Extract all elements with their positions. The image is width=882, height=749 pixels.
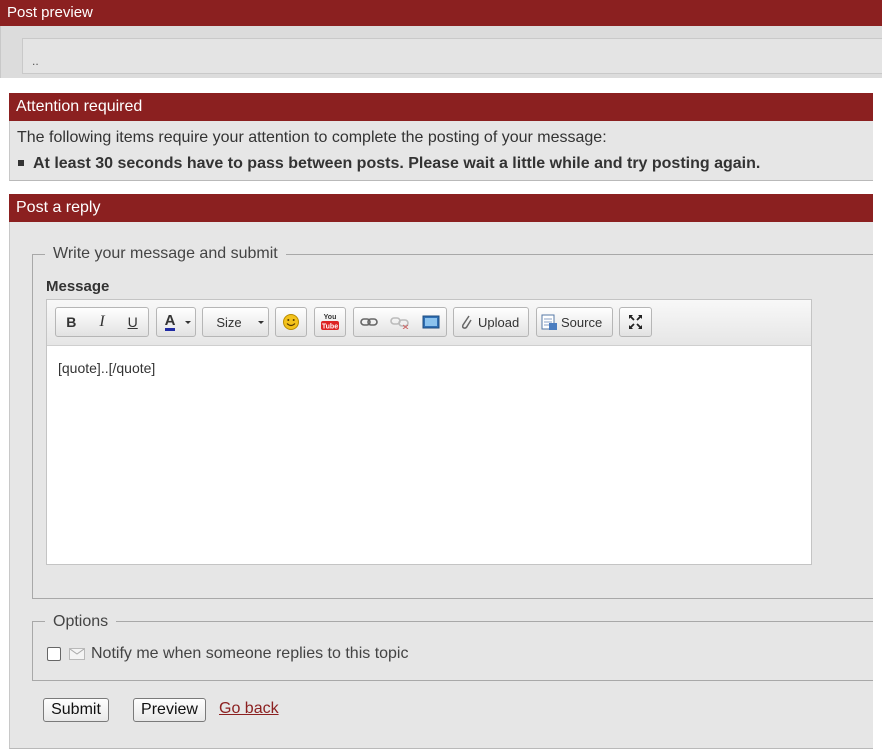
link-button[interactable] [354, 308, 385, 336]
attention-message: The following items require your attenti… [17, 129, 607, 146]
notify-checkbox[interactable] [47, 647, 61, 661]
text-color-letter: A [164, 312, 176, 331]
youtube-button[interactable]: You Tube [314, 307, 346, 337]
svg-text:You: You [324, 314, 337, 321]
envelope-icon [69, 648, 85, 660]
upload-label: Upload [478, 314, 520, 330]
youtube-icon: You Tube [321, 314, 339, 331]
text-color-button[interactable]: A [156, 307, 196, 337]
preview-button[interactable]: Preview [133, 698, 206, 722]
image-button[interactable] [415, 308, 446, 336]
submit-button[interactable]: Submit [43, 698, 109, 722]
chevron-down-icon [185, 321, 191, 324]
link-button-group [353, 307, 447, 337]
attention-header: Attention required [9, 93, 873, 121]
size-dropdown[interactable]: Size [202, 307, 269, 337]
format-button-group: B I U [55, 307, 149, 337]
unlink-button[interactable] [385, 308, 416, 336]
source-icon [541, 314, 557, 330]
unlink-icon [390, 317, 409, 329]
post-preview-content: .. [22, 38, 882, 74]
emoticon-button[interactable] [275, 307, 307, 337]
chevron-down-icon [258, 321, 264, 324]
section-divider [0, 78, 882, 93]
text-color-icon: A [157, 308, 183, 336]
source-label: Source [561, 314, 603, 330]
link-icon [360, 318, 379, 326]
attention-item: At least 30 seconds have to pass between… [33, 155, 761, 172]
go-back-link[interactable]: Go back [219, 700, 279, 718]
maximize-button[interactable] [619, 307, 652, 337]
paperclip-icon [461, 315, 472, 329]
image-icon [422, 315, 440, 329]
svg-text:Tube: Tube [322, 324, 338, 331]
message-label: Message [46, 278, 110, 295]
size-label: Size [216, 314, 242, 330]
underline-button[interactable]: U [117, 308, 148, 336]
options-legend: Options [45, 613, 117, 631]
smiley-icon [283, 314, 299, 330]
notify-label[interactable]: Notify me when someone replies to this t… [91, 645, 408, 663]
source-button[interactable]: Source [536, 307, 613, 337]
editor-text[interactable]: [quote]..[/quote] [58, 360, 155, 376]
maximize-icon [629, 315, 642, 329]
bold-button[interactable]: B [56, 308, 87, 336]
bullet-icon [18, 160, 24, 166]
post-reply-header: Post a reply [9, 194, 873, 222]
upload-button[interactable]: Upload [453, 307, 529, 337]
italic-button[interactable]: I [87, 308, 118, 336]
message-fieldset-legend: Write your message and submit [45, 245, 286, 263]
post-preview-header: Post preview [0, 0, 882, 26]
